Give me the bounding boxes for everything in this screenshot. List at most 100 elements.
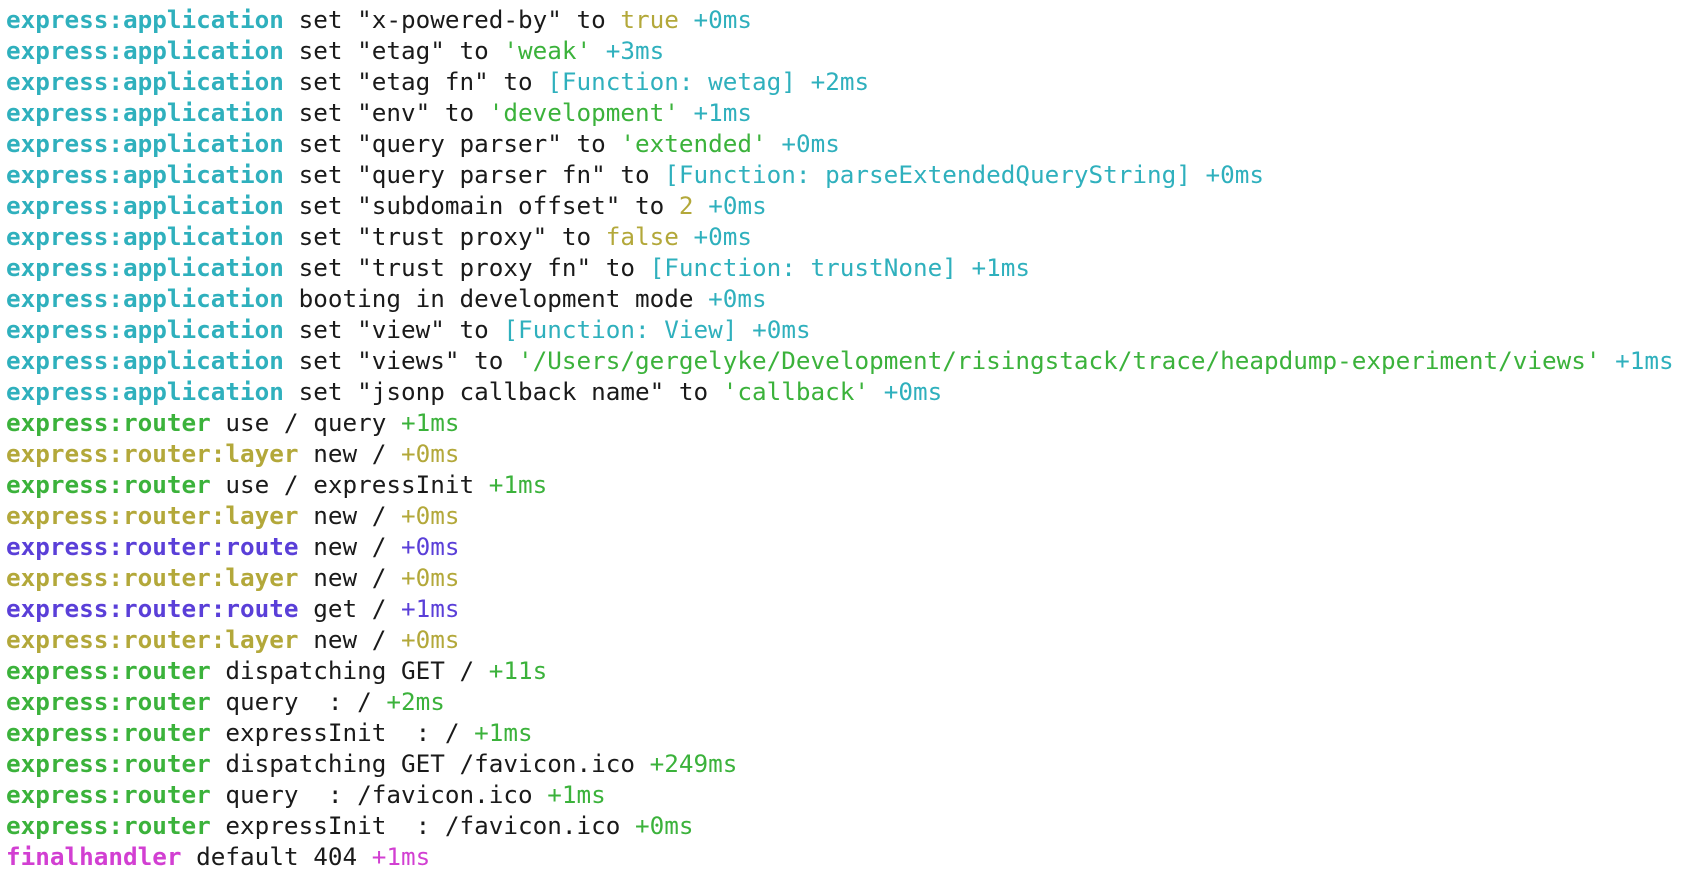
- log-message: new /: [298, 563, 387, 592]
- log-line: express:router:route new / +0ms: [6, 531, 1682, 562]
- log-time-diff: +0ms: [693, 5, 753, 34]
- log-namespace: express:application: [6, 191, 284, 220]
- log-message: set "env" to: [283, 98, 489, 127]
- log-line: express:application set "env" to 'develo…: [6, 97, 1682, 128]
- log-namespace: express:router: [6, 656, 211, 685]
- log-namespace: express:application: [6, 98, 284, 127]
- log-line: express:router dispatching GET / +11s: [6, 655, 1682, 686]
- log-boolean-value: false: [605, 222, 679, 251]
- log-time-diff: +1ms: [371, 842, 431, 871]
- log-namespace: express:router: [6, 408, 211, 437]
- log-message: set "trust proxy" to: [283, 222, 606, 251]
- log-namespace: finalhandler: [6, 842, 182, 871]
- log-boolean-value: true: [620, 5, 679, 34]
- log-namespace: express:application: [6, 284, 284, 313]
- log-namespace: express:application: [6, 346, 284, 375]
- log-namespace: express:router:route: [6, 594, 299, 623]
- log-time-diff: +0ms: [752, 315, 811, 344]
- log-line: express:router:route get / +1ms: [6, 593, 1682, 624]
- log-function-value: [Function: trustNone]: [649, 253, 957, 282]
- log-line: express:router expressInit : / +1ms: [6, 717, 1682, 748]
- log-line: express:application set "jsonp callback …: [6, 376, 1682, 407]
- log-namespace: express:router:layer: [6, 501, 299, 530]
- log-time-diff: +0ms: [781, 129, 840, 158]
- log-message: set "trust proxy fn" to: [283, 253, 650, 282]
- log-time-diff: +1ms: [1615, 346, 1674, 375]
- log-time-diff: +0ms: [883, 377, 943, 406]
- log-line: express:application set "views" to '/Use…: [6, 345, 1682, 376]
- log-message: booting in development mode: [283, 284, 694, 313]
- log-function-value: [Function: View]: [503, 315, 738, 344]
- log-line: express:application set "query parser" t…: [6, 128, 1682, 159]
- log-message: query : /: [210, 687, 372, 716]
- log-message: expressInit : /favicon.ico: [210, 811, 621, 840]
- log-message: set "x-powered-by" to: [283, 5, 621, 34]
- log-message: set "jsonp callback name" to: [283, 377, 723, 406]
- log-line: express:router query : /favicon.ico +1ms: [6, 779, 1682, 810]
- log-time-diff: +0ms: [1205, 160, 1265, 189]
- log-namespace: express:application: [6, 67, 284, 96]
- log-time-diff: +11s: [488, 656, 548, 685]
- log-message: new /: [298, 625, 387, 654]
- log-time-diff: +3ms: [605, 36, 665, 65]
- log-message: expressInit : /: [210, 718, 460, 747]
- log-line: express:application set "trust proxy fn"…: [6, 252, 1682, 283]
- log-message: dispatching GET /: [210, 656, 475, 685]
- log-line: express:router expressInit : /favicon.ic…: [6, 810, 1682, 841]
- log-time-diff: +0ms: [708, 191, 767, 220]
- log-line: express:router use / expressInit +1ms: [6, 469, 1682, 500]
- log-message: new /: [298, 501, 387, 530]
- log-message: set "etag fn" to: [283, 67, 548, 96]
- log-line: express:router query : / +2ms: [6, 686, 1682, 717]
- log-time-diff: +1ms: [474, 718, 533, 747]
- log-message: use / query: [210, 408, 387, 437]
- log-message: default 404: [181, 842, 358, 871]
- log-namespace: express:application: [6, 129, 284, 158]
- log-line: express:router dispatching GET /favicon.…: [6, 748, 1682, 779]
- log-namespace: express:router:route: [6, 532, 299, 561]
- log-time-diff: +1ms: [400, 594, 460, 623]
- log-function-value: [Function: wetag]: [547, 67, 796, 96]
- terminal-output[interactable]: express:application set "x-powered-by" t…: [6, 4, 1682, 872]
- log-message: set "views" to: [283, 346, 518, 375]
- log-line: express:application set "etag" to 'weak'…: [6, 35, 1682, 66]
- log-namespace: express:application: [6, 253, 284, 282]
- log-namespace: express:router: [6, 470, 211, 499]
- log-message: query : /favicon.ico: [210, 780, 533, 809]
- log-line: express:router:layer new / +0ms: [6, 624, 1682, 655]
- log-time-diff: +249ms: [649, 749, 738, 778]
- log-line: express:application booting in developme…: [6, 283, 1682, 314]
- log-time-diff: +0ms: [400, 625, 460, 654]
- log-line: express:router:layer new / +0ms: [6, 438, 1682, 469]
- log-namespace: express:application: [6, 315, 284, 344]
- log-message: set "query parser fn" to: [283, 160, 665, 189]
- log-namespace: express:application: [6, 377, 284, 406]
- log-time-diff: +0ms: [635, 811, 694, 840]
- log-namespace: express:router: [6, 718, 211, 747]
- log-line: express:router:layer new / +0ms: [6, 562, 1682, 593]
- log-namespace: express:router: [6, 780, 211, 809]
- log-time-diff: +0ms: [400, 439, 460, 468]
- log-line: express:application set "x-powered-by" t…: [6, 4, 1682, 35]
- log-line: express:application set "etag fn" to [Fu…: [6, 66, 1682, 97]
- log-line: express:application set "view" to [Funct…: [6, 314, 1682, 345]
- log-namespace: express:router:layer: [6, 625, 299, 654]
- log-line: finalhandler default 404 +1ms: [6, 841, 1682, 872]
- log-time-diff: +0ms: [400, 501, 460, 530]
- log-message: set "query parser" to: [283, 129, 621, 158]
- log-line: express:application set "subdomain offse…: [6, 190, 1682, 221]
- log-time-diff: +2ms: [810, 67, 870, 96]
- log-namespace: express:router: [6, 811, 211, 840]
- log-string-value: 'extended': [620, 129, 767, 158]
- log-time-diff: +0ms: [400, 532, 460, 561]
- log-namespace: express:application: [6, 160, 284, 189]
- log-string-value: 'weak': [503, 36, 592, 65]
- log-line: express:application set "query parser fn…: [6, 159, 1682, 190]
- log-namespace: express:application: [6, 222, 284, 251]
- log-string-value: 'development': [488, 98, 679, 127]
- log-time-diff: +1ms: [547, 780, 606, 809]
- log-message: new /: [298, 532, 387, 561]
- log-time-diff: +0ms: [708, 284, 767, 313]
- log-string-value: '/Users/gergelyke/Development/risingstac…: [518, 346, 1601, 375]
- log-line: express:router:layer new / +0ms: [6, 500, 1682, 531]
